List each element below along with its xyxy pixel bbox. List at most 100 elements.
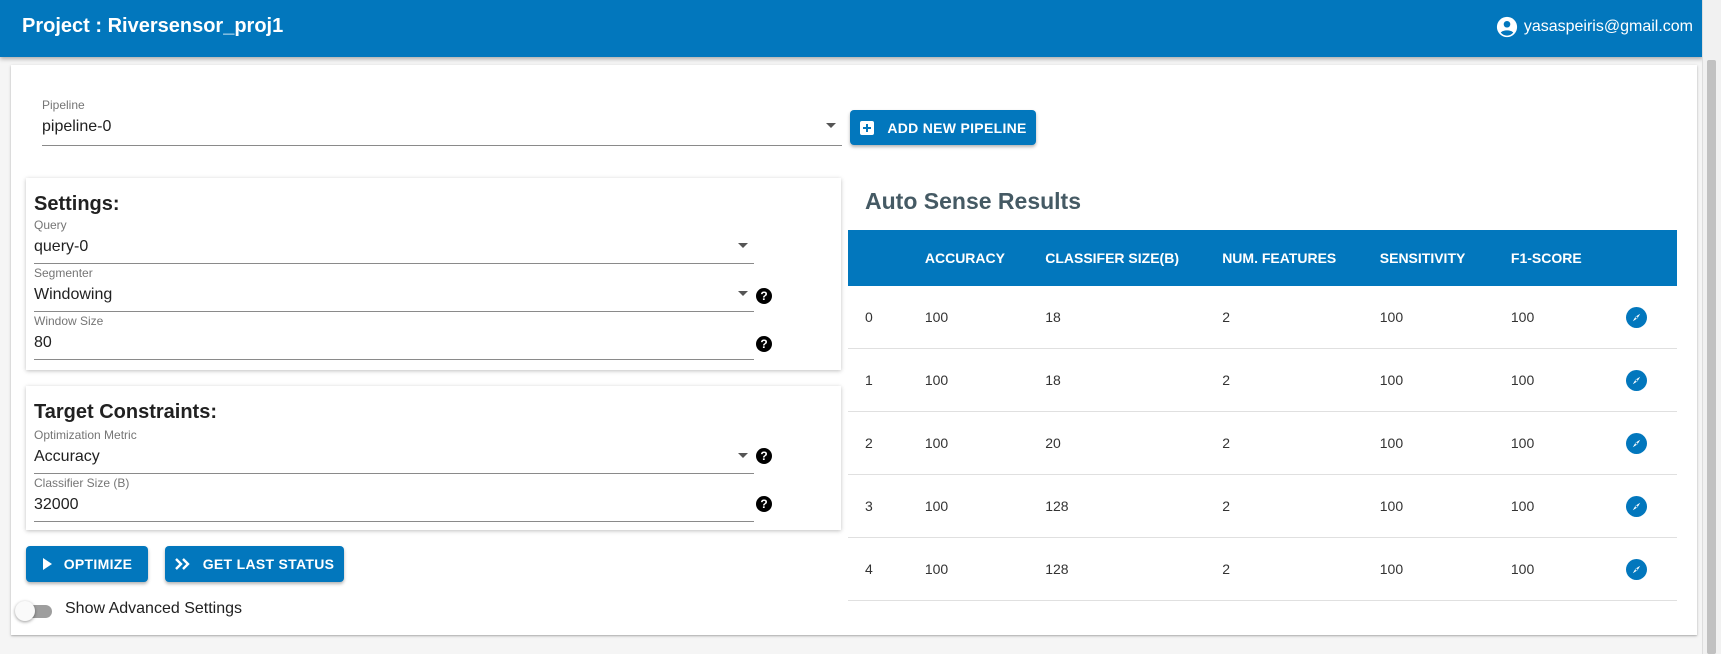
segmenter-select[interactable]: Segmenter Windowing	[34, 266, 754, 312]
cell-explore	[1626, 348, 1677, 412]
compass-icon[interactable]	[1626, 306, 1648, 328]
query-value: query-0	[34, 238, 89, 255]
get-last-status-button[interactable]: GET LAST STATUS	[165, 546, 344, 582]
cell-f1-score: 100	[1510, 348, 1627, 412]
results-table: ACCURACY CLASSIFER SIZE(B) NUM. FEATURES…	[848, 230, 1677, 601]
user-email: yasaspeiris@gmail.com	[1523, 18, 1693, 35]
cell-sensitivity: 100	[1379, 286, 1511, 349]
add-new-pipeline-button[interactable]: ADD NEW PIPELINE	[850, 110, 1036, 145]
cell-num-features: 2	[1222, 348, 1380, 412]
play-arrow-icon	[42, 558, 52, 570]
cell-explore	[1626, 411, 1677, 475]
cell-sensitivity: 100	[1379, 411, 1511, 475]
compass-icon[interactable]	[1626, 432, 1648, 454]
cell-accuracy: 100	[924, 537, 1046, 601]
cell-sensitivity: 100	[1379, 537, 1511, 601]
table-row[interactable]: 3 100 128 2 100 100	[848, 474, 1677, 538]
optimization-metric-select[interactable]: Optimization Metric Accuracy	[34, 428, 754, 474]
table-row[interactable]: 2 100 20 2 100 100	[848, 411, 1677, 475]
column-header-sensitivity[interactable]: SENSITIVITY	[1379, 230, 1511, 286]
cell-explore	[1626, 474, 1677, 538]
table-row[interactable]: 4 100 128 2 100 100	[848, 537, 1677, 601]
optimization-metric-value: Accuracy	[34, 448, 100, 465]
chevron-down-icon	[738, 291, 748, 296]
cell-sensitivity: 100	[1379, 348, 1511, 412]
cell-num-features: 2	[1222, 537, 1380, 601]
cell-accuracy: 100	[924, 286, 1046, 349]
cell-num-features: 2	[1222, 474, 1380, 538]
cell-explore	[1626, 537, 1677, 601]
advanced-settings-toggle[interactable]	[15, 601, 55, 621]
results-body: 0 100 18 2 100 100 1 100 18 2 100 100 2 …	[848, 286, 1677, 601]
cell-classifier-size: 20	[1045, 411, 1223, 475]
column-header-accuracy[interactable]: ACCURACY	[924, 230, 1046, 286]
optimization-metric-help-icon[interactable]: ?	[756, 448, 772, 464]
cell-f1-score: 100	[1510, 411, 1627, 475]
cell-accuracy: 100	[924, 411, 1046, 475]
segmenter-label: Segmenter	[34, 266, 93, 280]
cell-index: 2	[848, 411, 925, 475]
query-select[interactable]: Query query-0	[34, 218, 754, 264]
settings-card: Settings: Query query-0 Segmenter Window…	[26, 178, 841, 370]
scrollbar-thumb[interactable]	[1707, 60, 1716, 654]
user-menu[interactable]: yasaspeiris@gmail.com	[1496, 16, 1693, 38]
cell-classifier-size: 128	[1045, 474, 1223, 538]
column-header-actions	[1626, 230, 1677, 286]
cell-index: 3	[848, 474, 925, 538]
compass-icon[interactable]	[1626, 495, 1648, 517]
cell-f1-score: 100	[1510, 537, 1627, 601]
window-size-value: 80	[34, 334, 52, 351]
app-bar: Project : Riversensor_proj1 yasaspeiris@…	[0, 0, 1703, 57]
cell-accuracy: 100	[924, 474, 1046, 538]
cell-sensitivity: 100	[1379, 474, 1511, 538]
cell-f1-score: 100	[1510, 474, 1627, 538]
cell-classifier-size: 18	[1045, 286, 1223, 349]
window-size-field[interactable]: Window Size 80	[34, 314, 754, 360]
query-label: Query	[34, 218, 67, 232]
classifier-size-label: Classifier Size (B)	[34, 476, 130, 490]
chevron-down-icon	[738, 453, 748, 458]
chevron-down-icon	[738, 243, 748, 248]
segmenter-value: Windowing	[34, 286, 113, 303]
segmenter-help-icon[interactable]: ?	[756, 288, 772, 304]
compass-icon[interactable]	[1626, 558, 1648, 580]
cell-index: 1	[848, 348, 925, 412]
add-box-icon	[859, 120, 875, 136]
project-title: Project : Riversensor_proj1	[22, 15, 284, 37]
cell-index: 4	[848, 537, 925, 601]
page-scrollbar[interactable]	[1702, 0, 1721, 654]
classifier-size-field[interactable]: Classifier Size (B) 32000	[34, 476, 754, 522]
cell-classifier-size: 128	[1045, 537, 1223, 601]
cell-f1-score: 100	[1510, 286, 1627, 349]
target-constraints-card: Target Constraints: Optimization Metric …	[26, 386, 841, 530]
column-header-index	[848, 230, 925, 286]
advanced-settings-label: Show Advanced Settings	[65, 600, 243, 617]
column-header-classifier-size[interactable]: CLASSIFER SIZE(B)	[1045, 230, 1223, 286]
get-last-status-label: GET LAST STATUS	[202, 556, 335, 572]
settings-title: Settings:	[34, 193, 120, 215]
classifier-size-help-icon[interactable]: ?	[756, 496, 772, 512]
table-row[interactable]: 0 100 18 2 100 100	[848, 286, 1677, 349]
constraints-title: Target Constraints:	[34, 401, 217, 423]
double-chevron-icon	[174, 558, 191, 570]
window-size-help-icon[interactable]: ?	[756, 336, 772, 352]
cell-num-features: 2	[1222, 411, 1380, 475]
add-new-pipeline-label: ADD NEW PIPELINE	[887, 119, 1027, 136]
classifier-size-value: 32000	[34, 496, 79, 513]
cell-classifier-size: 18	[1045, 348, 1223, 412]
column-header-f1-score[interactable]: F1-SCORE	[1510, 230, 1627, 286]
pipeline-select[interactable]: Pipeline pipeline-0	[42, 98, 842, 146]
cell-num-features: 2	[1222, 286, 1380, 349]
compass-icon[interactable]	[1626, 369, 1648, 391]
cell-accuracy: 100	[924, 348, 1046, 412]
cell-explore	[1626, 286, 1677, 349]
pipeline-label: Pipeline	[42, 98, 85, 112]
optimize-button[interactable]: OPTIMIZE	[26, 546, 148, 582]
chevron-down-icon	[826, 123, 836, 128]
window-size-label: Window Size	[34, 314, 104, 328]
table-row[interactable]: 1 100 18 2 100 100	[848, 348, 1677, 412]
account-circle-icon	[1496, 16, 1517, 38]
optimize-label: OPTIMIZE	[63, 556, 133, 572]
column-header-num-features[interactable]: NUM. FEATURES	[1222, 230, 1380, 286]
results-title: Auto Sense Results	[865, 188, 1081, 214]
